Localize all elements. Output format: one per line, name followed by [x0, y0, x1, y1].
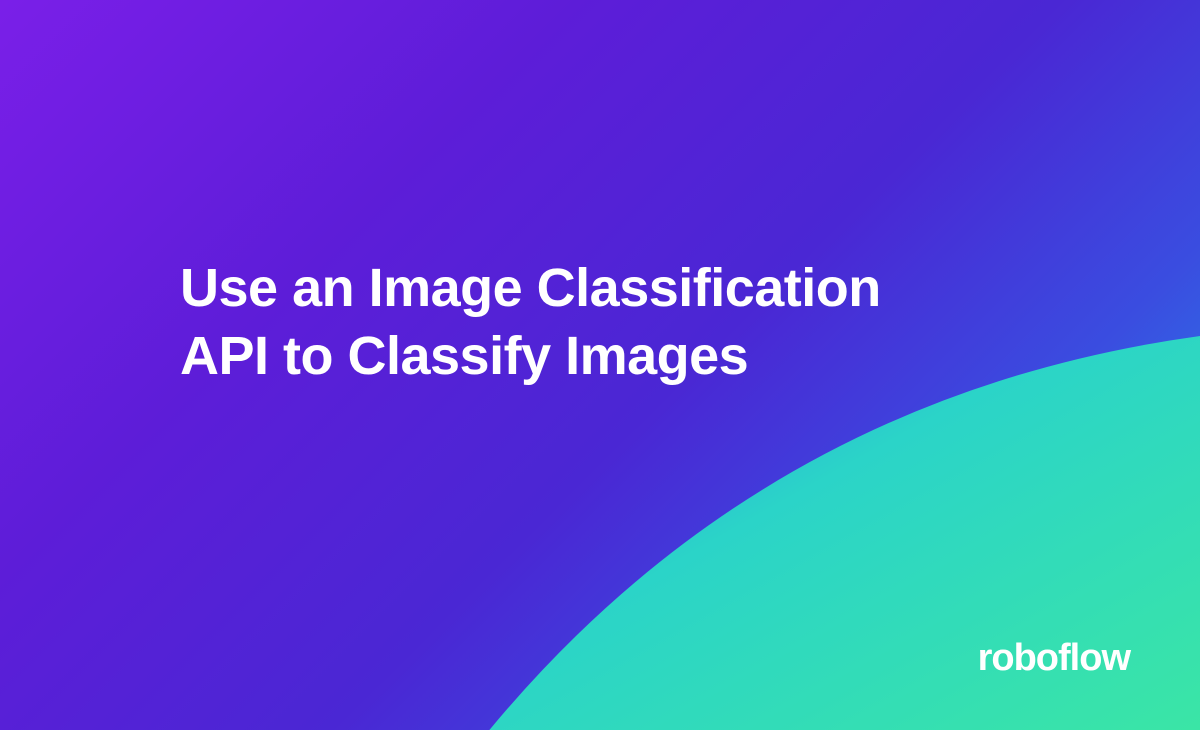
- hero-banner: Use an Image Classification API to Class…: [0, 0, 1200, 730]
- headline-line-2: API to Classify Images: [180, 326, 748, 386]
- brand-name: roboflow: [978, 637, 1130, 679]
- brand-logo: roboflow: [978, 637, 1130, 680]
- hero-headline: Use an Image Classification API to Class…: [180, 255, 881, 390]
- headline-line-1: Use an Image Classification: [180, 258, 881, 318]
